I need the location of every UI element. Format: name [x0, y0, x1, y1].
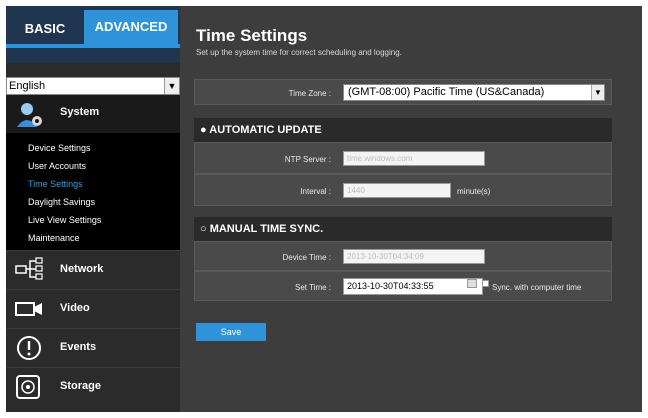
- system-submenu: Device Settings User Accounts Time Setti…: [6, 133, 180, 250]
- sidebar-category-storage[interactable]: Storage: [6, 367, 180, 406]
- page-title: Time Settings: [196, 26, 308, 45]
- sidebar-category-label: Events: [60, 341, 97, 353]
- language-value: English: [9, 80, 46, 92]
- chevron-down-icon: ▼: [591, 85, 604, 100]
- sidebar-category-video[interactable]: Video: [6, 289, 180, 328]
- mode-tabs: BASIC ADVANCED: [6, 6, 180, 63]
- sidebar-item-device-settings[interactable]: Device Settings: [28, 143, 91, 153]
- tab-advanced[interactable]: ADVANCED: [84, 10, 178, 44]
- sync-checkbox[interactable]: [482, 280, 489, 287]
- timezone-value: (GMT-08:00) Pacific Time (US&Canada): [348, 86, 545, 98]
- manual-time-sync-header[interactable]: ○ MANUAL TIME SYNC.: [194, 217, 612, 241]
- sidebar-item-maintenance[interactable]: Maintenance: [28, 233, 80, 243]
- device-time-value: 2013-10-30T04:34:09: [343, 249, 485, 264]
- timezone-select[interactable]: (GMT-08:00) Pacific Time (US&Canada) ▼: [343, 84, 605, 101]
- sidebar: BASIC ADVANCED English ▼ System Device S…: [6, 6, 180, 412]
- tab-underline: [6, 44, 180, 48]
- main-panel: Time Settings Set up the system time for…: [180, 6, 642, 412]
- interval-unit: minute(s): [457, 187, 491, 196]
- chevron-down-icon: ▼: [164, 78, 179, 94]
- sidebar-item-daylight-savings[interactable]: Daylight Savings: [28, 197, 95, 207]
- interval-label: Interval :: [300, 187, 331, 196]
- save-button[interactable]: Save: [196, 323, 266, 341]
- ntp-server-label: NTP Server :: [284, 155, 331, 164]
- interval-row: Interval : 1440 minute(s): [194, 174, 612, 206]
- sidebar-category-events[interactable]: Events: [6, 328, 180, 367]
- sidebar-item-live-view-settings[interactable]: Live View Settings: [28, 215, 101, 225]
- storage-icon: [16, 375, 40, 399]
- calendar-icon[interactable]: [467, 279, 477, 288]
- set-time-input[interactable]: 2013-10-30T04:33:55: [343, 278, 483, 295]
- device-time-label: Device Time :: [282, 253, 331, 262]
- sidebar-category-label: Storage: [60, 380, 101, 392]
- sync-label: Sync. with computer time: [492, 283, 582, 292]
- ntp-server-input[interactable]: time.windows.com: [343, 151, 485, 166]
- sidebar-category-label: Video: [60, 302, 90, 314]
- sidebar-item-user-accounts[interactable]: User Accounts: [28, 161, 86, 171]
- sidebar-category-label: System: [60, 106, 100, 118]
- language-select[interactable]: English ▼: [6, 77, 180, 95]
- interval-input[interactable]: 1440: [343, 183, 451, 198]
- timezone-row: Time Zone : (GMT-08:00) Pacific Time (US…: [194, 79, 612, 105]
- timezone-label: Time Zone :: [288, 89, 331, 98]
- app-frame: BASIC ADVANCED English ▼ System Device S…: [0, 0, 648, 418]
- sidebar-category-system[interactable]: System: [6, 95, 180, 133]
- tab-basic[interactable]: BASIC: [6, 14, 84, 44]
- device-time-row: Device Time : 2013-10-30T04:34:09: [194, 241, 612, 271]
- set-time-label: Set Time :: [294, 283, 331, 292]
- alert-icon: [17, 336, 41, 360]
- sidebar-item-time-settings[interactable]: Time Settings: [28, 179, 83, 189]
- video-camera-icon: [15, 302, 42, 316]
- set-time-row: Set Time : 2013-10-30T04:33:55 Sync. wit…: [194, 271, 612, 301]
- automatic-update-header[interactable]: ● AUTOMATIC UPDATE: [194, 118, 612, 142]
- sidebar-category-label: Network: [60, 263, 104, 275]
- ntp-server-row: NTP Server : time.windows.com: [194, 142, 612, 174]
- sidebar-category-network[interactable]: Network: [6, 250, 180, 289]
- page-subtitle: Set up the system time for correct sched…: [196, 48, 402, 57]
- user-settings-icon: [17, 103, 42, 127]
- network-icon: [15, 257, 43, 280]
